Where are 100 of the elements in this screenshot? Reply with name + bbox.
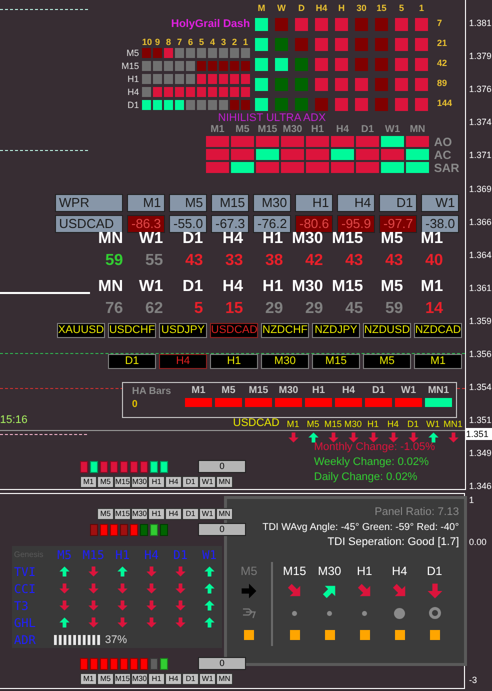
timeframe-label: M1	[420, 278, 443, 297]
table-header-cell: M5	[169, 194, 207, 212]
timeframe-label: H1	[367, 419, 379, 430]
panel-title: HA Bars	[132, 386, 172, 397]
table-cell: -80.6	[295, 215, 333, 233]
squiggle-icon	[242, 607, 256, 619]
symbol-button[interactable]: NZDCHF	[261, 323, 309, 338]
down-arrow-icon	[175, 583, 186, 594]
value-label: 0	[132, 398, 138, 410]
down-arrow-icon	[59, 583, 70, 594]
timeframe-label: H1	[262, 278, 283, 297]
timeframe-button[interactable]: H4	[159, 354, 207, 369]
indicator-scale-label: 0.00	[469, 537, 487, 547]
strength-value: 76	[104, 300, 123, 319]
table-header-cell: W1	[421, 194, 459, 212]
table-cell: -76.2	[253, 215, 291, 233]
status-square	[394, 630, 404, 640]
down-arrow-icon	[368, 432, 378, 442]
large-dot-icon	[394, 608, 405, 618]
row-label: AO	[433, 136, 453, 149]
down-arrow-icon	[117, 583, 128, 594]
column-header: H1	[115, 548, 130, 562]
table-header-cell: D1	[379, 194, 417, 212]
timeframe-button[interactable]: M1	[414, 354, 462, 369]
down-arrow-icon	[146, 617, 157, 628]
symbol-button[interactable]: XAUUSD	[57, 323, 105, 338]
symbol-button[interactable]: NZDJPY	[312, 323, 360, 338]
timeframe-label: H4	[222, 230, 243, 249]
column-header: H4	[144, 548, 159, 562]
symbol-button[interactable]: NZDCAD	[414, 323, 462, 338]
table-cell: -38.0	[421, 215, 459, 233]
table-header-cell: H1	[295, 194, 333, 212]
price-label: 1.361	[469, 282, 492, 293]
column-header: H4	[341, 385, 356, 398]
strength-value: 14	[424, 300, 443, 319]
strength-value: 15	[224, 300, 243, 319]
column-header: M15	[248, 385, 270, 398]
column-header: 4	[208, 37, 216, 48]
up-arrow-icon	[204, 617, 215, 628]
column-header: H1	[310, 124, 325, 136]
down-arrow-icon	[388, 432, 398, 442]
column-header: H	[337, 3, 346, 15]
price-label: 1.366	[469, 216, 492, 227]
column-header: 8	[164, 37, 172, 48]
up-arrow-icon	[204, 566, 215, 577]
timeframe-label: D1	[182, 230, 203, 249]
table-header-cell: M30	[253, 194, 291, 212]
table-cell: -95.9	[337, 215, 375, 233]
period-label: 21	[436, 38, 448, 50]
down-arrow-icon	[117, 617, 128, 628]
timeframe-label: MN	[97, 230, 123, 249]
price-label: 1.371	[469, 150, 492, 160]
indicator-scale-label: 1	[469, 495, 474, 505]
symbol-button[interactable]: NZDUSD	[363, 323, 411, 338]
strength-value: 38	[264, 252, 283, 271]
period-label: 144	[436, 98, 454, 110]
strength-value: 43	[384, 252, 403, 271]
column-header: 5	[198, 37, 205, 48]
timeframe-button[interactable]: M30	[261, 354, 309, 369]
column-header: 30	[355, 3, 368, 15]
timeframe-button[interactable]: M5	[363, 354, 411, 369]
column-header: M5	[234, 124, 250, 136]
period-label: 89	[436, 78, 448, 90]
timeframe-button[interactable]: M15	[312, 354, 360, 369]
down-arrow-icon	[175, 600, 186, 611]
column-header: M1	[210, 124, 226, 136]
timeframe-button[interactable]: D1	[108, 354, 156, 369]
status-square	[430, 630, 440, 640]
timeframe-label: M30	[318, 563, 342, 580]
symbol-button[interactable]: USDCAD	[210, 323, 258, 338]
time-label: 15:16	[0, 414, 28, 426]
table-cell: -55.0	[169, 215, 207, 233]
value-box: 0	[198, 657, 246, 670]
price-label: 1.346	[469, 481, 492, 492]
adr-reading: 37%	[105, 634, 128, 646]
timeframe-label: M15	[282, 563, 306, 580]
symbol-button[interactable]: USDCHF	[108, 323, 156, 338]
timeframe-label: W1	[426, 419, 440, 430]
row-label: TVI	[14, 564, 37, 578]
dot-icon	[327, 610, 332, 616]
down-arrow-icon	[146, 566, 157, 577]
timeframe-label: MN1	[443, 419, 462, 430]
down-arrow-icon	[328, 432, 338, 442]
column-header: D1	[371, 385, 386, 398]
column-header: M30	[278, 385, 300, 398]
timeframe-label: H4	[392, 563, 408, 580]
timeframe-label: H1	[262, 230, 283, 249]
timeframe-label: M15	[330, 230, 363, 249]
strength-value: 5	[193, 300, 203, 319]
row-label: GHL	[14, 616, 37, 630]
column-header: W	[276, 3, 287, 15]
down-arrow-icon	[117, 600, 128, 611]
current-price-label: 1.351	[466, 428, 492, 440]
price-label: 1.359	[469, 316, 492, 326]
down-arrow-icon	[146, 583, 157, 594]
column-header: D	[297, 3, 306, 15]
timeframe-button[interactable]: H1	[210, 354, 258, 369]
symbol-button[interactable]: USDJPY	[159, 323, 207, 338]
value-box: 0	[198, 523, 246, 536]
column-header: M	[256, 3, 266, 15]
